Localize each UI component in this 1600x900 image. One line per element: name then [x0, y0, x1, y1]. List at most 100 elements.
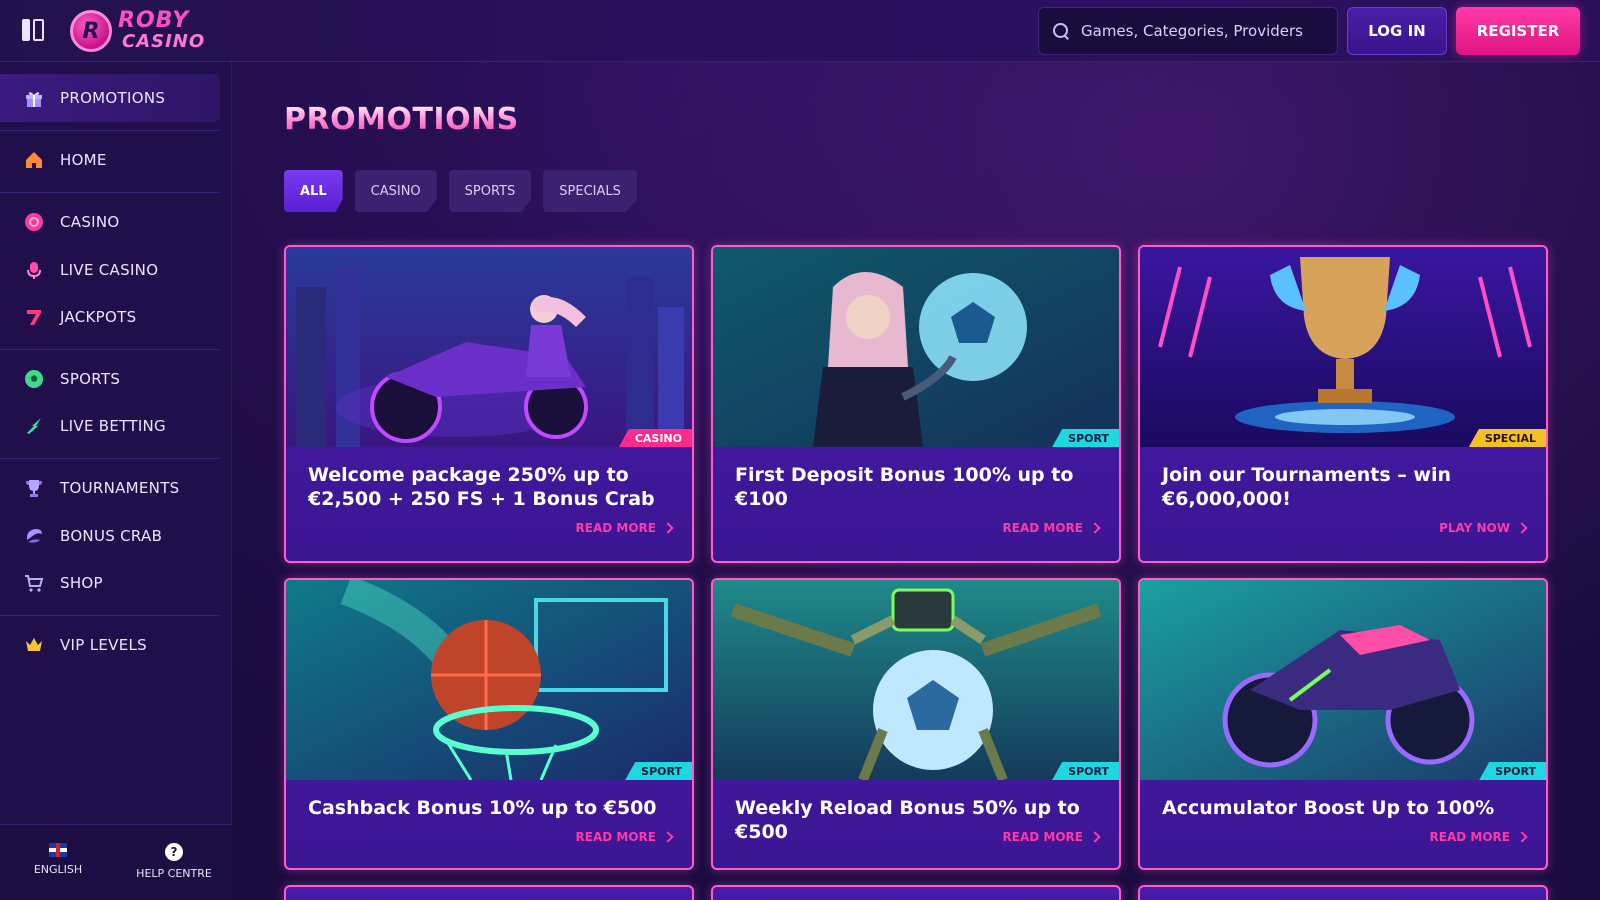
casino-chip-icon [24, 212, 44, 232]
promo-card-title: Join our Tournaments – win €6,000,000! [1162, 464, 1451, 510]
read-more-link[interactable]: READ MORE [575, 521, 674, 535]
page-title: PROMOTIONS [284, 102, 519, 137]
category-badge: SPORT [625, 762, 692, 780]
category-badge: SPORT [1052, 762, 1119, 780]
promo-card[interactable]: SPORT First Deposit Bonus 100% up to €10… [711, 245, 1121, 563]
home-icon [24, 150, 44, 170]
read-more-link[interactable]: READ MORE [1430, 830, 1528, 844]
cta-label: PLAY NOW [1439, 521, 1510, 535]
sidebar-item-jackpots[interactable]: JACKPOTS [0, 293, 220, 341]
search-input[interactable] [1081, 22, 1321, 40]
sidebar-item-casino[interactable]: CASINO [0, 198, 220, 246]
sidebar-divider [0, 458, 220, 459]
promo-image-basketball [286, 580, 692, 780]
chevron-right-icon [1516, 831, 1528, 843]
promo-card[interactable]: SPORT Weekly Reload Bonus 50% up to €500… [711, 578, 1121, 870]
sidebar-divider [0, 192, 220, 193]
read-more-link[interactable]: READ MORE [1002, 830, 1101, 844]
chevron-right-icon [1516, 522, 1528, 534]
sidebar-toggle-icon[interactable] [22, 19, 46, 43]
sidebar-item-label: LIVE BETTING [60, 417, 166, 435]
chevron-right-icon [662, 831, 674, 843]
sidebar-item-label: BONUS CRAB [60, 527, 163, 545]
category-badge: SPECIAL [1468, 429, 1546, 447]
crab-icon [24, 526, 44, 546]
promo-card-partial[interactable] [284, 885, 694, 900]
sidebar-divider [0, 349, 220, 350]
sidebar-item-vip-levels[interactable]: VIP LEVELS [0, 621, 220, 669]
sidebar-item-label: CASINO [60, 213, 120, 231]
sidebar-divider [0, 615, 220, 616]
sidebar-item-label: LIVE CASINO [60, 261, 159, 279]
sidebar-item-sports[interactable]: SPORTS [0, 355, 220, 403]
promo-image-robot-soccer-ball [713, 580, 1119, 780]
top-bar: R ROBY CASINO LOG IN REGISTER [0, 0, 1600, 62]
sidebar-item-label: SPORTS [60, 370, 121, 388]
sidebar-item-live-casino[interactable]: LIVE CASINO [0, 246, 220, 294]
crown-icon [24, 635, 44, 655]
promo-card[interactable]: SPORT Cashback Bonus 10% up to €500 READ… [284, 578, 694, 870]
microphone-icon [24, 260, 44, 280]
sidebar-item-label: JACKPOTS [60, 308, 137, 326]
promo-image-woman-soccer-ball [713, 247, 1119, 447]
language-label: ENGLISH [33, 863, 83, 876]
promo-image-motorcycle [1140, 580, 1546, 780]
logo-text-line1: ROBY [118, 8, 190, 33]
promo-card[interactable]: SPECIAL Join our Tournaments – win €6,00… [1138, 245, 1548, 563]
promo-card-title: Accumulator Boost Up to 100% [1162, 797, 1495, 819]
promo-card[interactable]: CASINO Welcome package 250% up to €2,500… [284, 245, 694, 563]
help-centre-link[interactable]: ? HELP CENTRE [128, 843, 220, 880]
login-button[interactable]: LOG IN [1347, 7, 1447, 55]
sidebar-item-label: VIP LEVELS [60, 636, 147, 654]
promo-image-motorbike-rider [286, 247, 692, 447]
chevron-right-icon [1089, 831, 1101, 843]
sidebar-item-bonus-crab[interactable]: BONUS CRAB [0, 512, 220, 560]
help-icon: ? [165, 843, 183, 861]
sidebar-item-label: TOURNAMENTS [60, 479, 180, 497]
tab-sports[interactable]: SPORTS [448, 170, 532, 212]
cta-label: READ MORE [575, 830, 656, 844]
help-label: HELP CENTRE [136, 867, 212, 880]
sidebar-divider [0, 130, 220, 131]
cta-label: READ MORE [1002, 521, 1083, 535]
chevron-right-icon [662, 522, 674, 534]
category-badge: SPORT [1052, 429, 1119, 447]
tab-specials[interactable]: SPECIALS [543, 170, 637, 212]
sidebar-item-tournaments[interactable]: TOURNAMENTS [0, 464, 220, 512]
sidebar-item-home[interactable]: HOME [0, 136, 220, 184]
cta-label: READ MORE [575, 521, 656, 535]
promo-card-title: Welcome package 250% up to €2,500 + 250 … [308, 464, 655, 510]
category-badge: CASINO [618, 429, 692, 447]
register-button[interactable]: REGISTER [1456, 7, 1580, 55]
promo-image-trophy [1140, 247, 1546, 447]
promo-card-partial[interactable] [1138, 885, 1548, 900]
read-more-link[interactable]: READ MORE [1002, 521, 1101, 535]
sidebar: PROMOTIONS HOME CASINO LIVE CASINO JACKP… [0, 62, 232, 900]
promo-card-title: First Deposit Bonus 100% up to €100 [735, 464, 1074, 510]
tab-casino[interactable]: CASINO [354, 170, 437, 212]
chevron-right-icon [1089, 522, 1101, 534]
read-more-link[interactable]: READ MORE [575, 830, 674, 844]
main-content: PROMOTIONS ALL CASINO SPORTS SPECIALS CA… [232, 62, 1600, 900]
uk-flag-icon [49, 843, 67, 857]
promo-card[interactable]: SPORT Accumulator Boost Up to 100% READ … [1138, 578, 1548, 870]
search-box[interactable] [1038, 7, 1338, 55]
lucky-seven-icon [24, 307, 44, 327]
lightning-icon [24, 416, 44, 436]
promo-card-title: Cashback Bonus 10% up to €500 [308, 797, 657, 819]
sidebar-item-promotions[interactable]: PROMOTIONS [0, 74, 220, 122]
soccer-ball-icon [24, 369, 44, 389]
tab-all[interactable]: ALL [284, 170, 343, 212]
play-now-link[interactable]: PLAY NOW [1439, 521, 1528, 535]
sidebar-item-live-betting[interactable]: LIVE BETTING [0, 402, 220, 450]
sidebar-item-shop[interactable]: SHOP [0, 559, 220, 607]
cta-label: READ MORE [1002, 830, 1083, 844]
search-icon [1053, 23, 1069, 39]
sidebar-item-label: PROMOTIONS [60, 89, 166, 107]
promo-card-partial[interactable] [711, 885, 1121, 900]
sidebar-item-label: HOME [60, 151, 107, 169]
language-selector[interactable]: ENGLISH [28, 843, 88, 876]
logo-badge: R [70, 10, 112, 52]
logo-text-line2: CASINO [122, 31, 206, 52]
brand-logo[interactable]: R ROBY CASINO [70, 8, 205, 54]
